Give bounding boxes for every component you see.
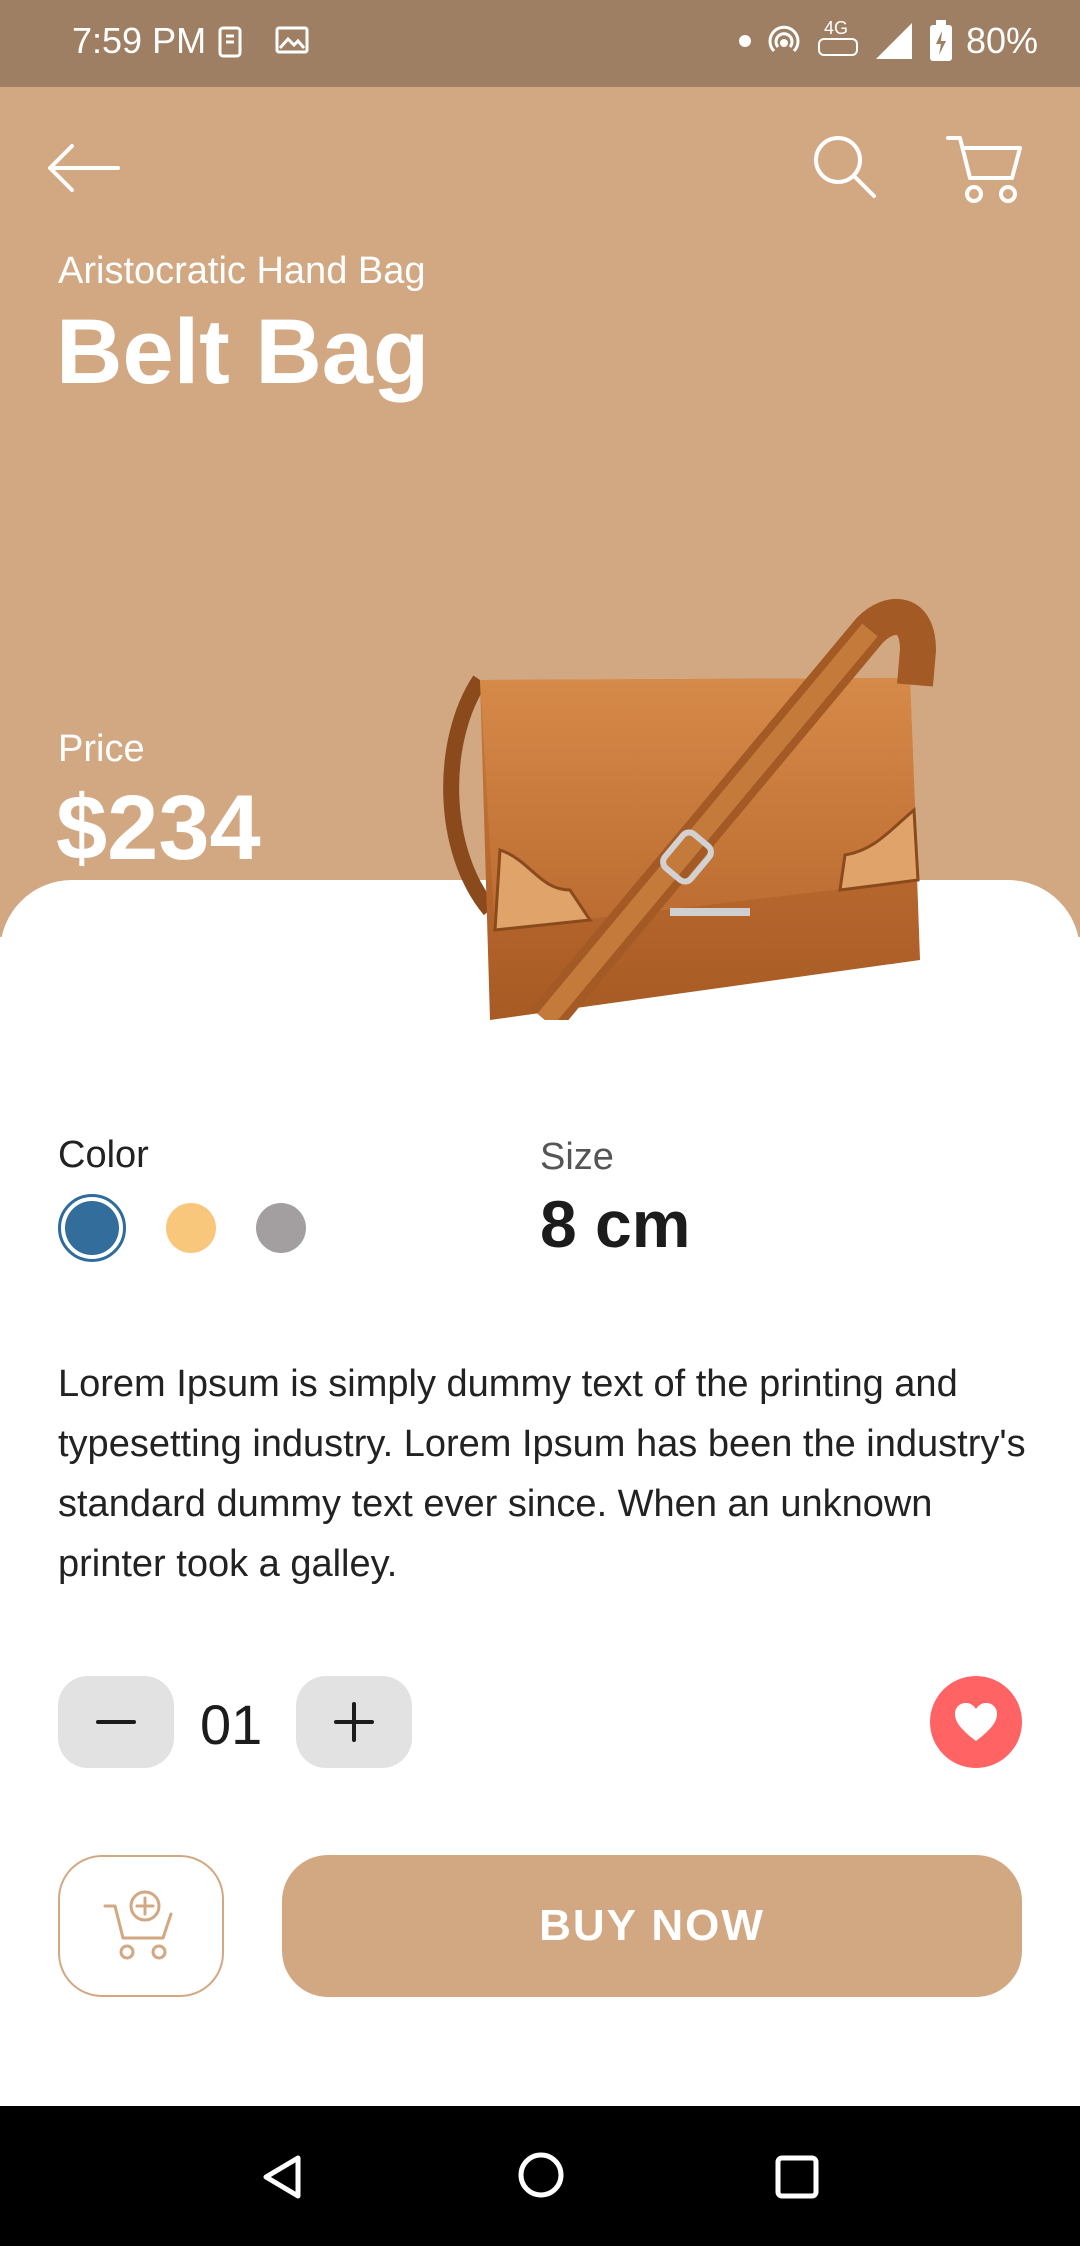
gallery-icon: [275, 26, 309, 54]
color-swatch-yellow[interactable]: [166, 1203, 216, 1253]
hotspot-icon: [768, 25, 800, 53]
product-subtitle: Aristocratic Hand Bag: [58, 250, 426, 292]
minus-icon: [96, 1720, 136, 1724]
system-nav-bar: [0, 2106, 1080, 2246]
dot-icon: [738, 35, 751, 47]
plus-icon: [334, 1702, 374, 1742]
buy-now-button[interactable]: BUY NOW: [282, 1855, 1022, 1997]
search-icon[interactable]: [808, 130, 880, 202]
cart-icon[interactable]: [944, 130, 1024, 206]
color-options: [58, 1194, 306, 1262]
color-swatch-gray[interactable]: [256, 1203, 306, 1253]
heart-icon: [955, 1703, 997, 1741]
add-to-cart-button[interactable]: [58, 1855, 224, 1997]
color-label: Color: [58, 1134, 149, 1176]
network-type: 4G: [823, 18, 848, 38]
status-time: 7:59 PM: [72, 20, 207, 61]
back-arrow-icon[interactable]: [42, 138, 122, 198]
decrease-quantity-button[interactable]: [58, 1676, 174, 1768]
network-badge: 4G: [816, 18, 860, 64]
product-image: [443, 598, 936, 1020]
color-swatch-blue[interactable]: [58, 1194, 126, 1262]
price-label: Price: [58, 728, 145, 770]
signal-icon: [875, 23, 912, 59]
status-bar: 7:59 PM 4G 80%: [0, 0, 1080, 87]
product-title: Belt Bag: [56, 301, 430, 403]
quantity-value: 01: [200, 1693, 263, 1756]
battery-icon: [929, 20, 952, 61]
price-value: $234: [56, 777, 261, 879]
size-label: Size: [540, 1136, 614, 1178]
data-saver-icon: [218, 26, 242, 58]
increase-quantity-button[interactable]: [296, 1676, 412, 1768]
battery-percent: 80%: [965, 20, 1038, 61]
nav-recents-icon[interactable]: [774, 2154, 820, 2200]
nav-home-icon[interactable]: [516, 2150, 566, 2200]
product-description: Lorem Ipsum is simply dummy text of the …: [58, 1363, 1026, 1585]
favorite-button[interactable]: [930, 1676, 1022, 1768]
add-to-cart-icon: [103, 1890, 173, 1960]
nav-back-icon[interactable]: [258, 2152, 308, 2202]
size-value: 8 cm: [540, 1187, 691, 1261]
